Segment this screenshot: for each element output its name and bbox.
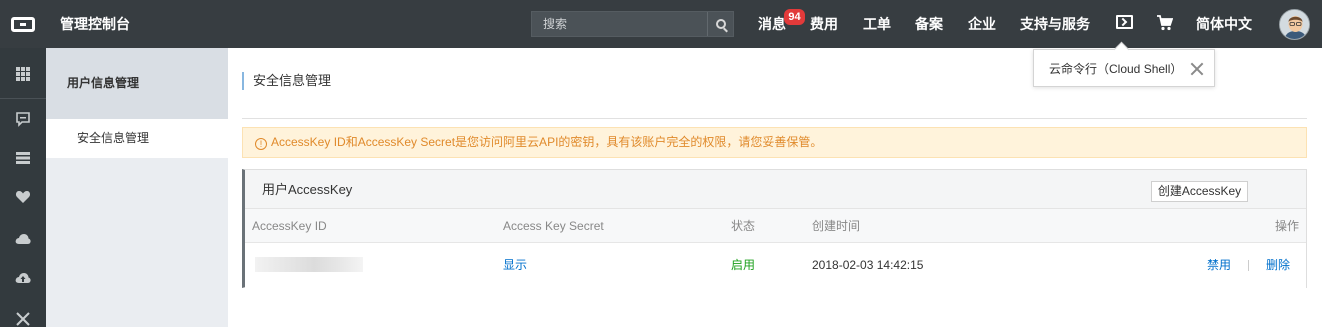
aliyun-logo-icon[interactable] [0, 0, 46, 48]
alert-text: AccessKey ID和AccessKey Secret是您访问阿里云API的… [271, 135, 823, 149]
action-separator [1248, 260, 1249, 271]
search-icon [715, 19, 726, 29]
messages-badge: 94 [784, 9, 805, 25]
cloud-icon[interactable] [0, 220, 46, 258]
show-secret-link[interactable]: 显示 [503, 243, 527, 288]
nav-support[interactable]: 支持与服务 [1020, 0, 1090, 48]
heart-icon[interactable] [0, 178, 46, 216]
cloud-shell-icon[interactable] [1116, 15, 1133, 29]
page-title: 安全信息管理 [242, 72, 331, 90]
warning-icon: ! [255, 138, 267, 150]
status-badge: 启用 [731, 258, 756, 272]
icon-rail [0, 48, 46, 327]
cloud-upload-icon[interactable] [0, 259, 46, 297]
sidebar-item-security[interactable]: 安全信息管理 [46, 119, 228, 158]
nav-icp[interactable]: 备案 [915, 0, 943, 48]
nav-messages[interactable]: 消息 [758, 0, 786, 48]
created-time: 2018-02-03 14:42:15 [812, 258, 924, 272]
nav-tickets[interactable]: 工单 [863, 0, 891, 48]
chat-icon[interactable] [0, 100, 46, 138]
search-box [531, 11, 734, 37]
table-row: 显示 启用 2018-02-03 14:42:15 禁用 删除 [245, 243, 1306, 288]
column-header-actions: 操作 [1275, 219, 1300, 233]
sidebar-title: 用户信息管理 [46, 48, 228, 119]
create-accesskey-button[interactable]: 创建AccessKey [1151, 181, 1248, 202]
nav-enterprise[interactable]: 企业 [968, 0, 996, 48]
column-header-secret: Access Key Secret [503, 219, 604, 233]
column-header-id: AccessKey ID [252, 219, 327, 233]
warning-alert: ! AccessKey ID和AccessKey Secret是您访问阿里云API… [242, 127, 1307, 158]
grid-icon[interactable] [0, 55, 46, 93]
cloud-shell-tooltip: 云命令行（Cloud Shell） [1033, 49, 1215, 87]
column-header-created: 创建时间 [812, 219, 861, 233]
close-icon[interactable] [1190, 62, 1204, 76]
rail-divider [0, 98, 46, 99]
nav-billing[interactable]: 费用 [810, 0, 838, 48]
column-header-status: 状态 [731, 219, 756, 233]
nav-language[interactable]: 简体中文 [1196, 0, 1252, 48]
masked-accesskey-id [255, 257, 363, 272]
table-header: AccessKey ID Access Key Secret 状态 创建时间 操… [245, 209, 1306, 243]
crossed-icon[interactable] [0, 300, 46, 327]
search-button[interactable] [707, 12, 733, 36]
delete-link[interactable]: 删除 [1266, 243, 1290, 288]
panel-header: 用户AccessKey 创建AccessKey [245, 170, 1306, 209]
console-title[interactable]: 管理控制台 [60, 0, 130, 48]
main-content: 安全信息管理 ! AccessKey ID和AccessKey Secret是您访… [228, 48, 1322, 327]
divider [242, 118, 1307, 119]
top-bar: 管理控制台 消息 94 费用 工单 备案 企业 支持与服务 简体中文 [0, 0, 1322, 48]
sidebar: 用户信息管理 安全信息管理 [46, 48, 228, 327]
server-icon[interactable] [0, 139, 46, 177]
disable-link[interactable]: 禁用 [1207, 243, 1231, 288]
search-input[interactable] [532, 12, 708, 36]
tooltip-text: 云命令行（Cloud Shell） [1049, 62, 1183, 76]
accesskey-panel: 用户AccessKey 创建AccessKey AccessKey ID Acc… [242, 169, 1307, 288]
avatar[interactable] [1279, 9, 1310, 40]
cart-icon[interactable] [1157, 15, 1173, 31]
panel-title: 用户AccessKey [262, 182, 353, 197]
